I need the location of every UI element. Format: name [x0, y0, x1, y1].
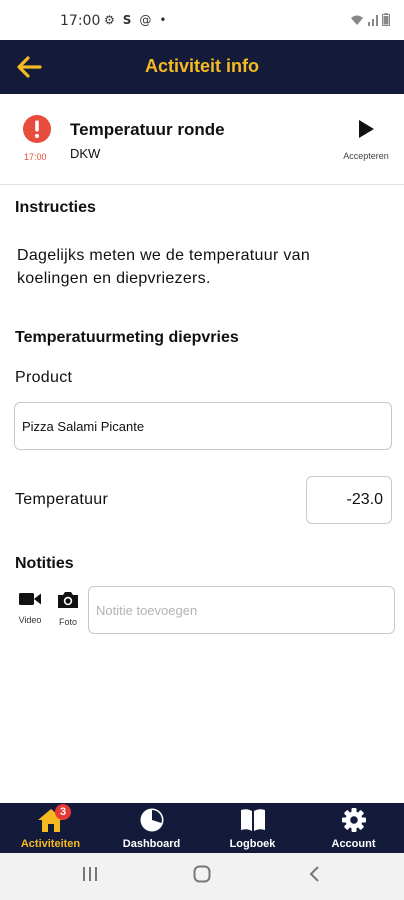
- page-title: Activiteit info: [144, 56, 259, 76]
- signal-icon: [368, 14, 378, 26]
- activity-name: Temperatuur ronde: [70, 120, 225, 139]
- video-camera-icon: [19, 593, 41, 605]
- video-label: Video: [18, 615, 42, 625]
- tab-logboek[interactable]: Logboek: [202, 803, 303, 853]
- temperature-value: -23.0: [346, 491, 383, 508]
- play-icon: [359, 120, 374, 138]
- tab-dashboard[interactable]: Dashboard: [101, 803, 202, 853]
- tab-label: Account: [331, 838, 376, 850]
- status-notification-icons: ⚙ S @ •: [104, 13, 167, 27]
- note-input[interactable]: Notitie toevoegen: [88, 586, 395, 634]
- temperature-label: Temperatuur: [15, 491, 109, 508]
- back-button-icon[interactable]: [308, 865, 322, 883]
- product-field[interactable]: Pizza Salami Picante: [14, 402, 392, 450]
- wifi-icon: [351, 15, 363, 25]
- tab-label: Dashboard: [122, 838, 181, 850]
- product-value: Pizza Salami Picante: [22, 419, 145, 434]
- system-navigation-bar: [0, 853, 404, 900]
- s-icon: S: [122, 13, 132, 27]
- activity-header: 17:00 Temperatuur ronde DKW Accepteren: [0, 94, 404, 185]
- photo-button[interactable]: Foto: [51, 590, 85, 627]
- activity-location: DKW: [70, 146, 101, 161]
- instructions-text: Dagelijks meten we de temperatuur van ko…: [17, 247, 311, 287]
- recent-apps-icon[interactable]: [82, 865, 98, 883]
- alert-icon: [23, 115, 51, 143]
- battery-icon: [382, 13, 390, 26]
- product-label: Product: [15, 369, 73, 386]
- video-button[interactable]: Video: [13, 590, 47, 625]
- gear-icon: ⚙: [104, 13, 115, 27]
- app-bar: Activiteit info: [0, 40, 404, 94]
- note-placeholder: Notitie toevoegen: [96, 603, 198, 618]
- photo-label: Foto: [58, 617, 77, 627]
- activity-time: 17:00: [24, 152, 47, 162]
- status-system-icons: [350, 13, 390, 26]
- measurement-heading: Temperatuurmeting diepvries: [15, 329, 239, 346]
- dot-icon: •: [159, 13, 167, 27]
- accept-button[interactable]: Accepteren: [338, 118, 394, 161]
- home-button-icon[interactable]: [193, 865, 211, 883]
- tab-activiteiten[interactable]: 3 Activiteiten: [0, 803, 101, 853]
- notes-heading: Notities: [15, 555, 74, 572]
- pie-chart-icon: [140, 808, 163, 832]
- tab-label: Logboek: [229, 838, 276, 850]
- at-icon: @: [139, 13, 152, 27]
- tab-account[interactable]: Account: [303, 803, 404, 853]
- photo-camera-icon: [58, 592, 78, 608]
- book-icon: [240, 809, 265, 831]
- status-time: 17:00: [60, 13, 101, 29]
- tab-label: Activiteiten: [20, 838, 81, 850]
- status-bar: 17:00 ⚙ S @ •: [0, 0, 404, 40]
- notification-badge: 3: [55, 804, 71, 820]
- gear-icon: [341, 808, 366, 832]
- temperature-input[interactable]: -23.0: [306, 476, 392, 524]
- bottom-navigation: 3 Activiteiten Dashboard Logboek Account: [0, 803, 404, 853]
- instructions-heading: Instructies: [15, 199, 96, 216]
- accept-label: Accepteren: [343, 151, 389, 161]
